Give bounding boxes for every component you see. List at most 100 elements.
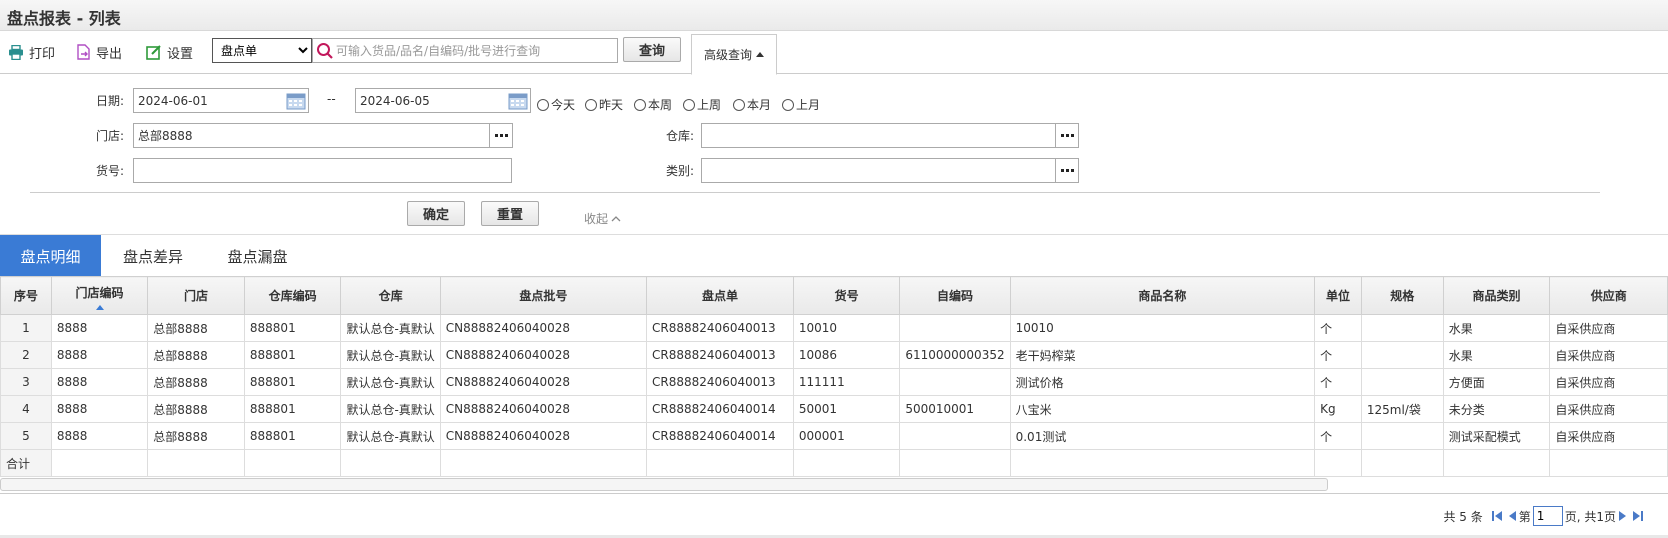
column-header[interactable]: 盘点单: [646, 276, 794, 315]
table-row[interactable]: 1 8888 总部8888 888801 默认总仓-真默认 CN8888240604002…: [0, 314, 1668, 342]
date-to-field[interactable]: 2024-06-05: [355, 88, 531, 113]
column-header[interactable]: 仓库编码: [243, 276, 342, 315]
table-cell: 3: [0, 368, 52, 396]
table-row[interactable]: 3 8888 总部8888 888801 默认总仓-真默认 CN8888240604002…: [0, 368, 1668, 396]
last-page-icon[interactable]: [1632, 510, 1644, 522]
page-prefix: 第: [1518, 509, 1531, 524]
date-from-field[interactable]: 2024-06-01: [133, 88, 309, 113]
table-cell: 总部8888: [147, 368, 245, 396]
reset-button[interactable]: 重置: [481, 201, 539, 226]
column-header[interactable]: 盘点批号: [439, 276, 648, 315]
query-button[interactable]: 查询: [623, 37, 681, 62]
table-cell: 个: [1314, 422, 1362, 450]
table-cell: CR88882406040014: [646, 422, 794, 450]
store-field[interactable]: 总部8888: [133, 123, 513, 148]
filter-panel: 日期: 2024-06-01 -- 2024-06-05 今天 昨天 本周 上周 本月 上…: [0, 75, 1668, 233]
warehouse-picker-button[interactable]: [1055, 123, 1079, 148]
category-label: 类别:: [666, 164, 695, 178]
report-type-select[interactable]: 盘点单: [212, 38, 312, 63]
warehouse-field[interactable]: [701, 123, 1079, 148]
store-picker-button[interactable]: [489, 123, 513, 148]
table-cell: 2: [0, 341, 52, 369]
table-cell: 总部8888: [147, 395, 245, 423]
table-cell: 总部8888: [147, 314, 245, 342]
horizontal-scrollbar[interactable]: [0, 478, 1328, 491]
total-cell: [243, 449, 342, 477]
table-cell: 默认总仓-真默认: [340, 395, 441, 423]
table-cell: 自采供应商: [1549, 368, 1668, 396]
radio-circle[interactable]: [683, 98, 695, 111]
radio-circle[interactable]: [537, 98, 549, 111]
table-cell: 自采供应商: [1549, 422, 1668, 450]
print-button[interactable]: 打印: [8, 41, 55, 63]
tab-difference[interactable]: 盘点差异: [101, 235, 205, 277]
total-cell: [792, 449, 901, 477]
column-header[interactable]: 商品类别: [1442, 276, 1551, 315]
quick-range-radio[interactable]: 上周: [683, 96, 721, 113]
column-header[interactable]: 门店编码: [50, 276, 149, 315]
table-cell: 默认总仓-真默认: [340, 314, 441, 342]
column-header[interactable]: 商品名称: [1009, 276, 1316, 315]
collapse-toggle[interactable]: 收起: [584, 210, 621, 227]
quick-range-radio[interactable]: 昨天: [585, 96, 623, 113]
prev-page-icon[interactable]: [1507, 510, 1517, 522]
confirm-button[interactable]: 确定: [407, 201, 465, 226]
quick-range-radio[interactable]: 本月: [733, 96, 771, 113]
search-input[interactable]: [334, 39, 617, 62]
table-cell: [899, 422, 1011, 450]
radio-circle[interactable]: [634, 98, 646, 111]
column-header[interactable]: 规格: [1360, 276, 1444, 315]
calendar-icon[interactable]: [508, 92, 528, 110]
export-button[interactable]: 导出: [76, 41, 122, 63]
search-box[interactable]: [312, 38, 618, 63]
table-cell: 总部8888: [147, 341, 245, 369]
table-cell: 默认总仓-真默认: [340, 422, 441, 450]
table-row[interactable]: 4 8888 总部8888 888801 默认总仓-真默认 CN8888240604002…: [0, 395, 1668, 423]
report-tabs: 盘点明细 盘点差异 盘点漏盘: [0, 234, 1668, 277]
table-cell: 8888: [50, 341, 149, 369]
table-cell: 未分类: [1442, 395, 1551, 423]
first-page-icon[interactable]: [1491, 510, 1503, 522]
radio-circle[interactable]: [782, 98, 794, 111]
quick-range-radio[interactable]: 上月: [782, 96, 820, 113]
table-row[interactable]: 2 8888 总部8888 888801 默认总仓-真默认 CN8888240604002…: [0, 341, 1668, 369]
category-picker-button[interactable]: [1055, 158, 1079, 183]
settings-label: 设置: [167, 46, 194, 62]
page-number-input[interactable]: [1532, 506, 1563, 526]
tab-missed[interactable]: 盘点漏盘: [205, 235, 310, 277]
export-file-icon: [77, 44, 90, 60]
total-cell: [1549, 449, 1668, 477]
table-cell: 6110000000352: [899, 341, 1011, 369]
column-header[interactable]: 自编码: [899, 276, 1011, 315]
print-label: 打印: [29, 46, 56, 62]
quick-range-radio[interactable]: 本周: [634, 96, 672, 113]
table-cell: 默认总仓-真默认: [340, 368, 441, 396]
date-label: 日期:: [96, 94, 125, 108]
divider: [30, 192, 1600, 193]
tab-detail[interactable]: 盘点明细: [0, 235, 101, 277]
column-header[interactable]: 仓库: [340, 276, 441, 315]
calendar-icon[interactable]: [286, 92, 306, 110]
table-cell: 个: [1314, 341, 1362, 369]
column-header[interactable]: 门店: [147, 276, 245, 315]
table-cell: 500010001: [899, 395, 1011, 423]
quick-range-radio[interactable]: 今天: [537, 96, 575, 113]
settings-button[interactable]: 设置: [146, 41, 193, 63]
total-cell: [1314, 449, 1362, 477]
table-row[interactable]: 5 8888 总部8888 888801 默认总仓-真默认 CN8888240604002…: [0, 422, 1668, 450]
table-cell: 个: [1314, 314, 1362, 342]
column-header[interactable]: 序号: [0, 276, 52, 315]
next-page-icon[interactable]: [1618, 510, 1628, 522]
sku-field[interactable]: [133, 158, 512, 183]
category-field[interactable]: [701, 158, 1079, 183]
column-header[interactable]: 货号: [792, 276, 901, 315]
radio-circle[interactable]: [585, 98, 597, 111]
table-cell: 50001: [792, 395, 901, 423]
column-header[interactable]: 供应商: [1549, 276, 1668, 315]
advanced-query-tab[interactable]: 高级查询: [691, 34, 777, 75]
total-cell: [1009, 449, 1316, 477]
column-header[interactable]: 单位: [1314, 276, 1362, 315]
table-cell: 0.01测试: [1009, 422, 1316, 450]
collapse-label: 收起: [584, 212, 609, 226]
radio-circle[interactable]: [733, 98, 745, 111]
